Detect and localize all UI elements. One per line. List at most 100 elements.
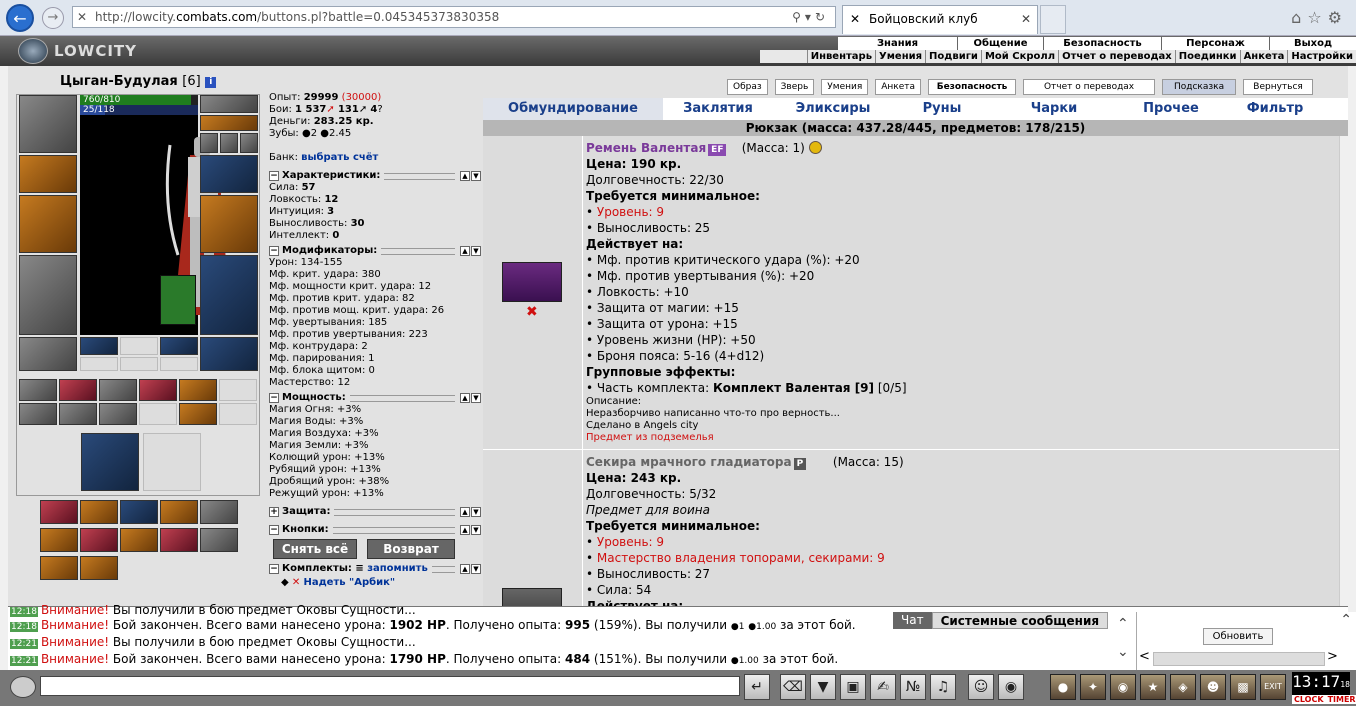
up-arrow-icon[interactable]: ▲ bbox=[460, 246, 470, 256]
chevron-up-icon[interactable]: ⌃ bbox=[1340, 612, 1352, 628]
scroll-slot-11[interactable] bbox=[179, 403, 217, 425]
transfer-report-button[interactable]: Отчет о переводах bbox=[1023, 79, 1156, 95]
filter-icon[interactable]: ▼ bbox=[810, 674, 836, 700]
refresh-button[interactable]: Обновить bbox=[1203, 628, 1273, 645]
item-name[interactable]: Ремень Валентая bbox=[586, 141, 706, 155]
scroll-slot-1[interactable] bbox=[19, 379, 57, 401]
ring3-slot[interactable] bbox=[240, 133, 258, 153]
pet-slot[interactable] bbox=[160, 275, 196, 325]
rune-slot-2[interactable] bbox=[120, 337, 158, 355]
smile-icon[interactable]: ☺ bbox=[968, 674, 994, 700]
collapse-icon[interactable]: − bbox=[269, 393, 279, 403]
timer-label[interactable]: TIMER bbox=[1325, 695, 1356, 704]
collapse-icon[interactable]: − bbox=[269, 564, 279, 574]
tab-system-messages[interactable]: Системные сообщения bbox=[931, 612, 1109, 629]
scroll-slot-9[interactable] bbox=[99, 403, 137, 425]
earrings-slot[interactable] bbox=[200, 95, 258, 113]
scroll-slot-4[interactable] bbox=[139, 379, 177, 401]
chat-mode-icon[interactable] bbox=[10, 676, 36, 698]
chevron-right-icon[interactable]: > bbox=[1327, 649, 1338, 664]
delete-set-icon[interactable]: ✕ bbox=[292, 577, 300, 588]
chevron-left-icon[interactable]: < bbox=[1139, 649, 1150, 664]
down-arrow-icon[interactable]: ▼ bbox=[471, 525, 481, 535]
quick-slot-12[interactable] bbox=[80, 556, 118, 580]
scroll-slot-7[interactable] bbox=[19, 403, 57, 425]
carrier-slot[interactable] bbox=[143, 433, 201, 491]
quick-slot-4[interactable] bbox=[160, 500, 198, 524]
weapon-slot[interactable] bbox=[19, 195, 77, 253]
remember-link[interactable]: запомнить bbox=[367, 563, 428, 575]
rune-slot-1[interactable] bbox=[80, 337, 118, 355]
nav-my-scroll[interactable]: Мой Скролл bbox=[980, 50, 1058, 63]
quick-slot-1[interactable] bbox=[40, 500, 78, 524]
nav-character[interactable]: Персонаж bbox=[1162, 37, 1270, 50]
down-arrow-icon[interactable]: ▼ bbox=[471, 246, 481, 256]
nav-skills[interactable]: Умения bbox=[875, 50, 925, 63]
chevron-up-icon[interactable]: ⌃ bbox=[1117, 616, 1129, 632]
gloves-slot[interactable] bbox=[200, 155, 258, 193]
clan-icon[interactable]: ★ bbox=[1140, 674, 1166, 700]
tab-runes[interactable]: Руны bbox=[893, 98, 991, 120]
rune-slot-5[interactable] bbox=[120, 357, 158, 371]
pet-button[interactable]: Зверь bbox=[774, 79, 815, 95]
choose-account-link[interactable]: выбрать счёт bbox=[301, 152, 378, 163]
modifiers-header[interactable]: − Модификаторы: ▲ ▼ bbox=[269, 245, 481, 257]
chat-input[interactable] bbox=[40, 676, 740, 696]
info-icon[interactable]: i bbox=[205, 77, 217, 88]
down-arrow-icon[interactable]: ▼ bbox=[471, 171, 481, 181]
amulet-slot[interactable] bbox=[200, 115, 258, 131]
quick-slot-9[interactable] bbox=[160, 528, 198, 552]
bag-slot[interactable] bbox=[81, 433, 139, 491]
sets-header[interactable]: − Комплекты: ≡ запомнить ▲ ▼ bbox=[269, 563, 481, 575]
rune-slot-4[interactable] bbox=[80, 357, 118, 371]
down-arrow-icon[interactable]: ▼ bbox=[471, 507, 481, 517]
bracers-slot[interactable] bbox=[19, 155, 77, 193]
translit-icon[interactable]: № bbox=[900, 674, 926, 700]
boots-slot[interactable] bbox=[200, 337, 258, 371]
eraser-icon[interactable]: ⌫ bbox=[780, 674, 806, 700]
back-to-game-button[interactable]: Вернуться bbox=[1243, 79, 1314, 95]
rune-slot-6[interactable] bbox=[160, 357, 198, 371]
nav-inventory[interactable]: Инвентарь bbox=[806, 50, 875, 63]
quick-slot-3[interactable] bbox=[120, 500, 158, 524]
quest-icon[interactable]: ● bbox=[1050, 674, 1076, 700]
nav-communication[interactable]: Общение bbox=[958, 37, 1044, 50]
tab-equipment[interactable]: Обмундирование bbox=[483, 98, 663, 120]
chat-scroll[interactable]: ⌃ ⌄ bbox=[1113, 612, 1135, 668]
armor-slot[interactable] bbox=[19, 255, 77, 335]
down-arrow-icon[interactable]: ▼ bbox=[471, 393, 481, 403]
nav-feats[interactable]: Подвиги bbox=[925, 50, 981, 63]
quick-slot-6[interactable] bbox=[40, 528, 78, 552]
tab-elixirs[interactable]: Эликсиры bbox=[773, 98, 893, 120]
protection-header[interactable]: + Защита: ▲ ▼ bbox=[269, 506, 481, 518]
nav-profile[interactable]: Анкета bbox=[1239, 50, 1288, 63]
save-icon[interactable]: ▣ bbox=[840, 674, 866, 700]
buttons-header[interactable]: − Кнопки: ▲ ▼ bbox=[269, 524, 481, 536]
image-button[interactable]: Образ bbox=[727, 79, 768, 95]
hint-button[interactable]: Подсказка bbox=[1162, 79, 1237, 95]
chevron-down-icon[interactable]: ⌄ bbox=[1117, 644, 1129, 660]
collapse-icon[interactable]: − bbox=[269, 246, 279, 256]
nav-transfer-report[interactable]: Отчет о переводах bbox=[1058, 50, 1175, 63]
tab-chat[interactable]: Чат bbox=[893, 612, 932, 629]
scroll-slot-3[interactable] bbox=[99, 379, 137, 401]
helmet-slot[interactable] bbox=[19, 95, 77, 153]
nav-settings[interactable]: Настройки bbox=[1287, 50, 1356, 63]
scroll-slot-2[interactable] bbox=[59, 379, 97, 401]
up-arrow-icon[interactable]: ▲ bbox=[460, 564, 470, 574]
magic-icon[interactable]: ✦ bbox=[1080, 674, 1106, 700]
helmet-icon[interactable]: ◉ bbox=[998, 674, 1024, 700]
tab-filter[interactable]: Фильтр bbox=[1225, 98, 1325, 120]
forward-button[interactable]: → bbox=[42, 7, 64, 29]
close-tab-icon[interactable]: ✕ bbox=[1021, 6, 1031, 32]
nav-knowledge[interactable]: Знания bbox=[838, 37, 958, 50]
item-image-belt[interactable] bbox=[502, 262, 562, 302]
wear-set-link[interactable]: Надеть "Арбик" bbox=[303, 577, 395, 588]
sound-icon[interactable]: ♫ bbox=[930, 674, 956, 700]
quick-slot-11[interactable] bbox=[40, 556, 78, 580]
remove-all-button[interactable]: Снять всё bbox=[273, 539, 357, 559]
security-button[interactable]: Безопасность bbox=[928, 79, 1017, 95]
drop-item-icon[interactable]: ✖ bbox=[526, 304, 538, 320]
up-arrow-icon[interactable]: ▲ bbox=[460, 393, 470, 403]
clock-label[interactable]: CLOCK bbox=[1292, 695, 1326, 704]
